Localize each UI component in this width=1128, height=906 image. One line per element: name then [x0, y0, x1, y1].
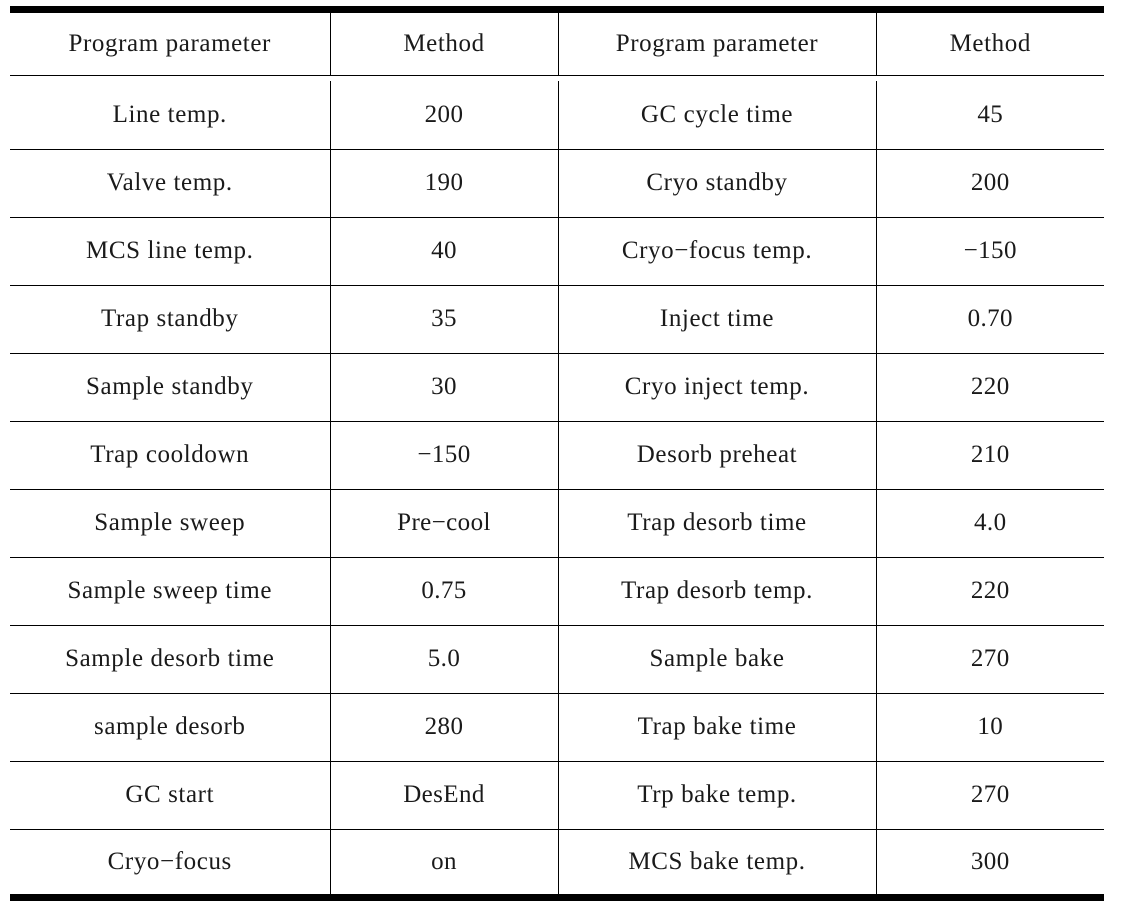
table-row: Trap standby 35 Inject time 0.70: [10, 284, 1104, 353]
program-parameter-table: Program parameter Method Program paramet…: [10, 6, 1104, 901]
table-row: Valve temp. 190 Cryo standby 200: [10, 148, 1104, 217]
cell-method: 220: [876, 556, 1104, 625]
column-header-method-right: Method: [876, 6, 1104, 76]
cell-parameter: sample desorb: [10, 692, 331, 761]
cell-method: 190: [330, 148, 559, 217]
column-header-program-parameter-left: Program parameter: [10, 6, 331, 76]
cell-parameter: Sample sweep: [10, 488, 331, 557]
cell-method: DesEnd: [330, 760, 559, 829]
table-row: Trap cooldown −150 Desorb preheat 210: [10, 420, 1104, 489]
cell-method: −150: [876, 216, 1104, 285]
cell-parameter: Cryo inject temp.: [558, 352, 877, 421]
cell-method: on: [330, 828, 559, 901]
cell-method: 200: [876, 148, 1104, 217]
cell-method: 280: [330, 692, 559, 761]
cell-method: 4.0: [876, 488, 1104, 557]
table-sheet: Program parameter Method Program paramet…: [0, 0, 1128, 906]
table-row: Sample sweep Pre−cool Trap desorb time 4.0: [10, 488, 1104, 557]
cell-parameter: GC cycle time: [558, 81, 877, 149]
cell-parameter: Trap standby: [10, 284, 331, 353]
cell-method: 220: [876, 352, 1104, 421]
column-header-method-left: Method: [330, 6, 559, 76]
cell-parameter: Trap cooldown: [10, 420, 331, 489]
cell-parameter: Sample bake: [558, 624, 877, 693]
cell-method: 45: [977, 100, 1004, 128]
cell-parameter: Sample standby: [10, 352, 331, 421]
cell-method: 40: [330, 216, 559, 285]
cell-method: 200: [330, 81, 559, 149]
cell-method: 30: [330, 352, 559, 421]
table-row: MCS line temp. 40 Cryo−focus temp. −150: [10, 216, 1104, 285]
cell-method: 35: [330, 284, 559, 353]
cell-method: 0.70: [876, 284, 1104, 353]
cell-parameter: Desorb preheat: [558, 420, 877, 489]
cell-method: 300: [876, 828, 1104, 901]
cell-parameter: MCS bake temp.: [558, 828, 877, 901]
cell-method: 210: [876, 420, 1104, 489]
cell-parameter: Trap desorb temp.: [558, 556, 877, 625]
cell-method: 270: [876, 624, 1104, 693]
table-row: Sample standby 30 Cryo inject temp. 220: [10, 352, 1104, 421]
cell-parameter: Cryo−focus: [10, 828, 331, 901]
cell-parameter: Line temp.: [10, 81, 331, 149]
cell-parameter: MCS line temp.: [10, 216, 331, 285]
table-body: Line temp. 200 GC cycle time 45 Valve temp. 1…: [10, 81, 1104, 901]
cell-method: Pre−cool: [330, 488, 559, 557]
table-header: Program parameter Method Program paramet…: [10, 6, 1104, 81]
cell-parameter: GC start: [10, 760, 331, 829]
table-row: Line temp. 200 GC cycle time 45: [10, 81, 1104, 149]
cell-method: 0.75: [330, 556, 559, 625]
parameter-table-container: Program parameter Method Program paramet…: [10, 6, 1104, 901]
column-header-program-parameter-right: Program parameter: [558, 6, 877, 76]
cell-method: −150: [330, 420, 559, 489]
cell-parameter: Sample sweep time: [10, 556, 331, 625]
cell-parameter: Trap bake time: [558, 692, 877, 761]
cell-parameter: Cryo−focus temp.: [558, 216, 877, 285]
cell-parameter: Inject time: [558, 284, 877, 353]
table-header-row: Program parameter Method Program paramet…: [10, 6, 1104, 76]
table-row: Sample sweep time 0.75 Trap desorb temp. 22…: [10, 556, 1104, 625]
cell-method: 270: [876, 760, 1104, 829]
table-row: GC start DesEnd Trp bake temp. 270: [10, 760, 1104, 829]
cell-method: 10: [876, 692, 1104, 761]
cell-parameter: Trap desorb time: [558, 488, 877, 557]
table-row: Cryo−focus on MCS bake temp. 300: [10, 828, 1104, 901]
table-row: Sample desorb time 5.0 Sample bake 270: [10, 624, 1104, 693]
cell-parameter: Valve temp.: [10, 148, 331, 217]
cell-parameter: Sample desorb time: [10, 624, 331, 693]
cell-parameter: Cryo standby: [558, 148, 877, 217]
table-row: sample desorb 280 Trap bake time 10: [10, 692, 1104, 761]
cell-method: 5.0: [330, 624, 559, 693]
cell-parameter: Trp bake temp.: [558, 760, 877, 829]
